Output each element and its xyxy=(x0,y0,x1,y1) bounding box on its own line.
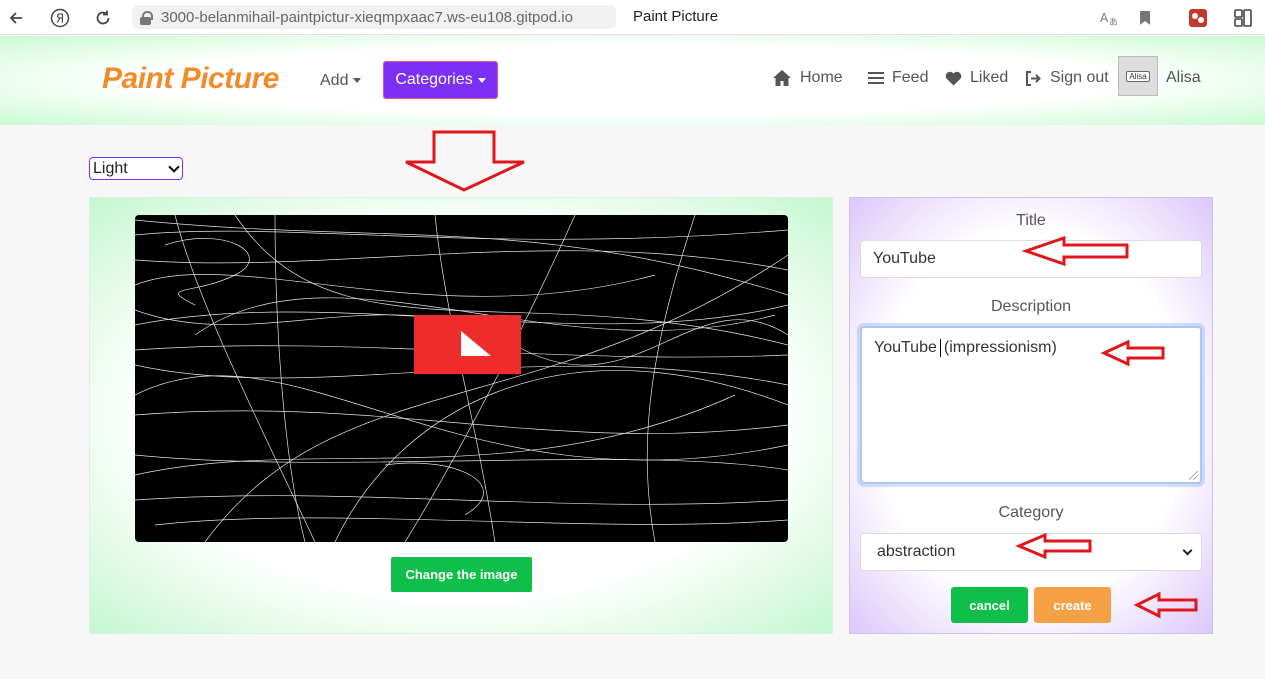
tab-title: Paint Picture xyxy=(633,8,719,25)
url-text: 3000-belanmihail-paintpictur-xieqmpxaac7… xyxy=(161,8,573,26)
user-name[interactable]: Alisa xyxy=(1166,69,1201,87)
avatar-tag: Alisa xyxy=(1126,70,1150,82)
svg-text:A: A xyxy=(1100,11,1109,25)
description-text-before-caret: YouTube xyxy=(874,339,937,357)
bookmark-icon[interactable] xyxy=(1134,7,1156,29)
address-bar[interactable]: 3000-belanmihail-paintpictur-xieqmpxaac7… xyxy=(132,5,616,29)
title-input-value: YouTube xyxy=(873,250,936,267)
create-button[interactable]: create xyxy=(1034,587,1111,623)
list-icon xyxy=(868,72,884,84)
lock-icon xyxy=(140,10,153,25)
nav-signout-label: Sign out xyxy=(1050,69,1109,86)
description-label: Description xyxy=(990,298,1072,315)
extension-icon[interactable] xyxy=(1187,7,1209,29)
theme-select[interactable]: Light xyxy=(89,157,183,180)
annotation-arrow-down xyxy=(405,130,525,192)
add-dropdown[interactable]: Add xyxy=(320,72,362,90)
yandex-icon[interactable]: Я xyxy=(49,7,71,29)
chevron-down-icon xyxy=(1182,545,1193,556)
caret-down-icon xyxy=(353,78,362,84)
category-label: Category xyxy=(998,504,1064,521)
nav-feed[interactable]: Feed xyxy=(868,69,928,87)
description-text-after-caret: (impressionism) xyxy=(943,339,1057,357)
theme-select-value: Light xyxy=(93,159,128,177)
drawing-canvas[interactable] xyxy=(135,215,788,542)
svg-text:Я: Я xyxy=(56,12,64,26)
chevron-down-icon xyxy=(168,160,180,173)
annotation-arrow-create xyxy=(1133,591,1198,619)
back-icon[interactable] xyxy=(5,7,27,29)
categories-label: Categories xyxy=(395,71,473,88)
sign-out-icon xyxy=(1026,70,1041,86)
nav-signout[interactable]: Sign out xyxy=(1025,69,1109,87)
heart-icon xyxy=(945,71,962,85)
canvas-drawing xyxy=(135,215,788,542)
nav-home[interactable]: Home xyxy=(772,69,843,87)
home-icon xyxy=(773,70,791,86)
browser-toolbar: Я 3000-belanmihail-paintpictur-xieqmpxaa… xyxy=(0,0,1265,35)
resize-grip-icon[interactable] xyxy=(1189,471,1198,480)
translate-icon[interactable]: Aあ xyxy=(1098,7,1120,29)
category-select-value: abstraction xyxy=(877,543,956,560)
text-caret xyxy=(939,339,941,357)
nav-feed-label: Feed xyxy=(892,69,929,86)
annotation-arrow-description xyxy=(1100,339,1165,367)
title-label: Title xyxy=(1016,212,1046,229)
cancel-button[interactable]: cancel xyxy=(951,587,1028,623)
caret-down-icon xyxy=(477,77,486,83)
add-label: Add xyxy=(320,72,349,89)
avatar[interactable]: Alisa xyxy=(1118,56,1158,96)
nav-liked[interactable]: Liked xyxy=(945,69,1008,87)
reload-icon[interactable] xyxy=(92,7,114,29)
annotation-arrow-title xyxy=(1021,235,1129,267)
svg-text:あ: あ xyxy=(1109,17,1118,26)
categories-dropdown-button[interactable]: Categories xyxy=(383,61,498,99)
brand-logo[interactable]: Paint Picture xyxy=(102,62,279,96)
annotation-arrow-category xyxy=(1015,532,1092,560)
site-navbar: Paint Picture Add Categories Home Feed L… xyxy=(0,36,1265,125)
extensions-menu-icon[interactable] xyxy=(1232,7,1254,29)
nav-home-label: Home xyxy=(800,69,843,86)
change-image-button[interactable]: Change the image xyxy=(391,557,532,592)
nav-liked-label: Liked xyxy=(970,69,1009,86)
image-editor-panel: Change the image xyxy=(89,197,833,634)
